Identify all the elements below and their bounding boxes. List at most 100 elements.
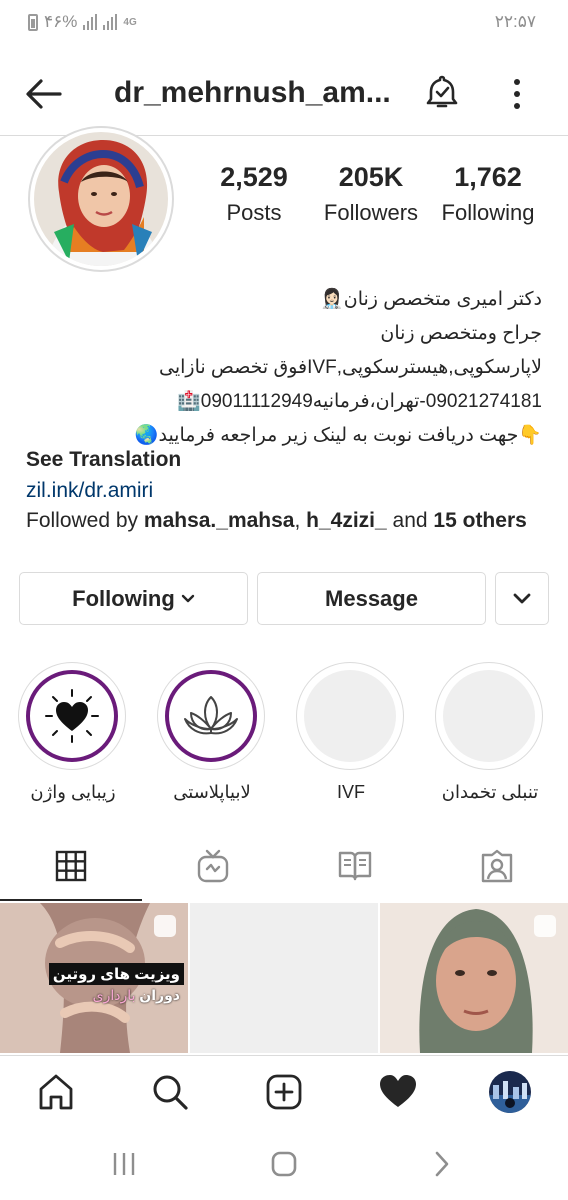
followed-by-prefix: Followed by (26, 509, 144, 532)
see-translation-link[interactable]: See Translation (26, 448, 181, 472)
post-thumbnail[interactable] (190, 903, 378, 1053)
profile-tabs (0, 832, 568, 900)
home-icon (39, 1074, 73, 1110)
story-highlight[interactable]: IVF (296, 662, 406, 803)
message-button[interactable]: Message (257, 572, 486, 625)
highlight-cover (26, 670, 118, 762)
posts-label: Posts (226, 200, 282, 225)
chevron-down-icon (513, 593, 531, 603)
nav-home[interactable] (34, 1070, 78, 1114)
message-button-label: Message (325, 585, 418, 611)
tab-posts-grid[interactable] (0, 832, 142, 900)
story-highlight[interactable]: تنبلی تخمدان (435, 662, 545, 803)
following-button-label: Following (72, 585, 175, 611)
highlight-ring (18, 662, 126, 770)
post-thumbnail[interactable]: ویزیت های روتین دوران بارداری (0, 903, 188, 1053)
grid-icon (55, 850, 87, 882)
bottom-navigation (0, 1055, 568, 1127)
posts-count: 2,529 (220, 162, 288, 192)
story-highlight[interactable]: لابیاپلاستی (157, 662, 267, 803)
status-indicators: ۴۶% 4G (28, 12, 137, 32)
chevron-right-icon (435, 1151, 449, 1177)
highlight-label: IVF (336, 782, 365, 802)
stat-following[interactable]: 1,762 Following (440, 162, 536, 226)
story-highlight[interactable]: زیبایی واژن (18, 662, 128, 803)
post-caption: ویزیت های روتین (48, 963, 184, 985)
post-subcaption-a: دوران (135, 987, 180, 1003)
battery-level: ۴۶% (44, 12, 78, 31)
profile-username: dr_mehrnush_am... (114, 76, 391, 109)
tab-tagged[interactable] (426, 832, 568, 900)
bell-check-icon (426, 75, 458, 108)
more-options-button[interactable] (502, 74, 532, 114)
lotus-icon (184, 696, 238, 735)
following-button[interactable]: Following (19, 572, 248, 625)
following-label: Following (441, 200, 535, 225)
bio-line: 09021274181-تهران،فرمانیه09011112949🏥 (177, 391, 542, 412)
bio-line: دکتر امیری متخصص زنان👩🏻‍⚕️ (320, 289, 542, 310)
igtv-badge-icon (534, 915, 556, 937)
profile-avatar[interactable] (28, 126, 174, 272)
highlight-label: زیبایی واژن (30, 782, 116, 802)
bio-line: جراح ومتخصص زنان (380, 323, 542, 344)
followers-count: 205K (338, 162, 404, 192)
recent-apps-button[interactable] (104, 1147, 144, 1181)
highlight-cover (165, 670, 257, 762)
post-subcaption-b: بارداری (92, 987, 136, 1003)
notifications-button[interactable] (422, 72, 462, 112)
nav-search[interactable] (148, 1070, 192, 1114)
signal-icon-2 (103, 14, 118, 30)
avatar-photo (34, 132, 168, 266)
home-system-button[interactable] (264, 1147, 304, 1181)
suggested-accounts-button[interactable] (495, 572, 549, 625)
guide-icon (338, 851, 372, 881)
highlight-label: لابیاپلاستی (173, 782, 251, 802)
followed-by-others[interactable]: 15 others (433, 509, 526, 532)
highlight-ring (157, 662, 265, 770)
battery-icon (28, 13, 38, 31)
signal-icon (83, 14, 98, 30)
profile-bio: دکتر امیری متخصص زنان👩🏻‍⚕️ جراح ومتخصص ز… (26, 283, 542, 453)
reel-icon (154, 915, 176, 937)
followed-by-user[interactable]: h_4zizi_ (306, 509, 387, 532)
home-button-icon (271, 1151, 297, 1177)
post-thumbnail[interactable] (380, 903, 568, 1053)
highlight-label: تنبلی تخمدان (441, 782, 539, 802)
back-system-button[interactable] (422, 1147, 462, 1181)
post-subcaption: دوران بارداری (93, 987, 180, 1004)
status-bar: ۴۶% 4G ۲۲:۵۷ (0, 0, 568, 44)
highlight-ring (296, 662, 404, 770)
nav-activity[interactable] (376, 1070, 420, 1114)
followers-label: Followers (323, 200, 419, 225)
following-count: 1,762 (454, 162, 522, 192)
more-vertical-icon (514, 79, 520, 109)
add-icon (266, 1074, 302, 1110)
network-type: 4G (123, 16, 137, 28)
followed-by-and: and (386, 509, 434, 532)
highlight-ring (435, 662, 543, 770)
followed-by-user[interactable]: mahsa._mahsa (144, 509, 295, 532)
stat-posts[interactable]: 2,529 Posts (212, 162, 296, 226)
recent-apps-icon (113, 1153, 135, 1175)
tab-igtv[interactable] (142, 832, 284, 900)
nav-profile[interactable] (488, 1070, 532, 1114)
search-icon (153, 1075, 188, 1110)
highlight-cover (443, 670, 535, 762)
followed-by-separator: , (294, 509, 307, 532)
followed-by[interactable]: Followed by mahsa._mahsa, h_4zizi_ and 1… (26, 509, 527, 533)
bio-link[interactable]: zil.ink/dr.amiri (26, 479, 153, 503)
tagged-icon (481, 849, 513, 883)
heart-sun-icon (45, 689, 99, 743)
arrow-left-icon (26, 79, 62, 109)
highlight-cover (304, 670, 396, 762)
profile-header: dr_mehrnush_am... (0, 60, 568, 126)
status-time: ۲۲:۵۷ (494, 12, 536, 31)
igtv-icon (197, 849, 229, 883)
tab-guides[interactable] (284, 832, 426, 900)
chevron-down-icon (181, 594, 195, 602)
bio-line: لاپارسکوپی,هیسترسکوپی,IVFفوق تخصص نازایی (158, 357, 542, 378)
back-button[interactable] (24, 76, 64, 112)
profile-avatar-small (489, 1071, 531, 1113)
stat-followers[interactable]: 205K Followers (322, 162, 420, 226)
nav-create[interactable] (262, 1070, 306, 1114)
